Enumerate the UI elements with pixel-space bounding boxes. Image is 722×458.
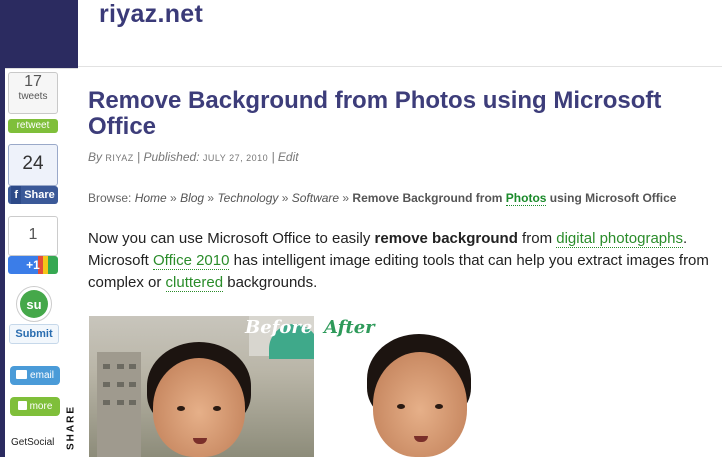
publish-date: July 27, 2010 — [202, 153, 269, 163]
body-line-1: Now you can use Microsoft Office to easi… — [88, 230, 688, 248]
published-label: Published: — [143, 150, 200, 164]
breadcrumb-home[interactable]: Home — [135, 191, 167, 205]
article-body: Now you can use Microsoft Office to easi… — [88, 228, 722, 294]
breadcrumb-blog[interactable]: Blog — [180, 191, 204, 205]
plus-icon — [17, 401, 27, 410]
plusone-count: 1 — [28, 226, 38, 243]
body-line-3: complex or cluttered backgrounds. — [88, 274, 318, 292]
tweet-count-label: tweets — [18, 91, 48, 102]
facebook-f-icon: f — [11, 186, 22, 204]
facebook-share-button[interactable]: f Share — [8, 186, 58, 204]
breadcrumb-current: Remove Background from Photos using Micr… — [352, 191, 677, 206]
facebook-counter: 24 — [8, 144, 58, 186]
site-title[interactable]: riyaz.net — [99, 0, 203, 29]
more-button[interactable]: more — [10, 397, 60, 416]
browse-label: Browse: — [88, 191, 132, 205]
cluttered-link[interactable]: cluttered — [165, 274, 224, 292]
stumbleupon-icon[interactable]: su — [16, 286, 52, 322]
email-button[interactable]: email — [10, 366, 60, 385]
before-label: Before — [245, 317, 313, 338]
more-label: more — [29, 401, 53, 412]
breadcrumb-technology[interactable]: Technology — [217, 191, 278, 205]
envelope-icon — [16, 370, 28, 379]
share-vertical-label: SHARE — [65, 405, 77, 451]
facebook-share-label: Share — [24, 189, 55, 201]
digital-photographs-link[interactable]: digital photographs — [556, 230, 683, 248]
article-meta: By Riyaz | Published: July 27, 2010 | Ed… — [88, 150, 299, 164]
by-label: By — [88, 150, 103, 164]
edit-link[interactable]: Edit — [278, 150, 299, 164]
email-label: email — [30, 370, 54, 381]
plusone-button[interactable]: +1 — [8, 256, 58, 274]
stumbleupon-submit-button[interactable]: Submit — [9, 324, 59, 344]
body-line-2: Microsoft Office 2010 has intelligent im… — [88, 252, 709, 270]
after-label: After — [324, 317, 375, 338]
breadcrumb-software[interactable]: Software — [292, 191, 339, 205]
article-title[interactable]: Remove Background from Photos using Micr… — [88, 88, 718, 140]
facebook-count: 24 — [22, 153, 44, 174]
getsocial-link[interactable]: GetSocial — [11, 437, 54, 448]
tweet-count: 17 — [24, 73, 42, 90]
plusone-counter: 1 — [8, 216, 58, 256]
office-2010-link[interactable]: Office 2010 — [153, 252, 230, 270]
retweet-button[interactable]: retweet — [8, 119, 58, 133]
author-link[interactable]: Riyaz — [105, 153, 133, 163]
tweet-counter: 17 tweets — [8, 72, 58, 114]
breadcrumb: Browse: Home » Blog » Technology » Softw… — [88, 191, 677, 206]
header-divider — [78, 66, 722, 67]
photos-link[interactable]: Photos — [505, 191, 547, 206]
